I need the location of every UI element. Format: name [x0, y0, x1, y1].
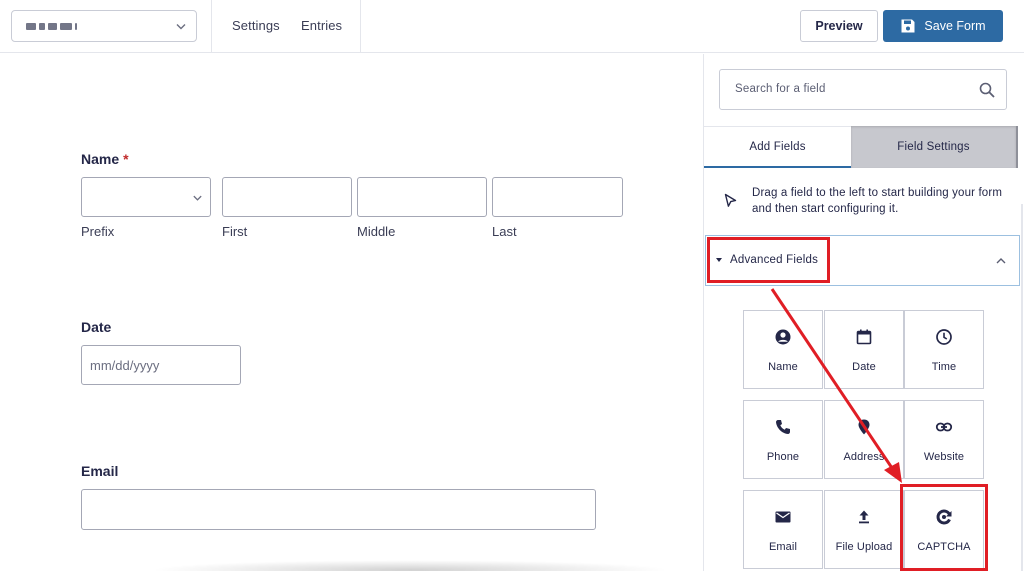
preview-button-label: Preview: [815, 19, 863, 33]
chevron-down-icon: [193, 195, 202, 201]
name-field-label: Name *: [81, 151, 129, 167]
upload-icon: [859, 510, 869, 524]
add-field-email[interactable]: Email: [743, 490, 823, 569]
add-field-phone[interactable]: Phone: [743, 400, 823, 479]
top-bar: Settings Entries Preview Save Form: [0, 0, 1024, 53]
tab-add-fields[interactable]: Add Fields: [704, 126, 851, 168]
first-sublabel: First: [222, 224, 248, 239]
email-input[interactable]: [81, 489, 596, 530]
add-field-address[interactable]: Address: [824, 400, 904, 479]
date-field-label: Date: [81, 319, 112, 335]
name-middle-input[interactable]: [357, 177, 487, 217]
field-tile-label: Phone: [766, 451, 800, 463]
name-last-input[interactable]: [492, 177, 623, 217]
entries-link[interactable]: Entries: [301, 18, 342, 33]
field-tile-label: File Upload: [835, 541, 893, 553]
chevron-up-icon: [996, 258, 1006, 264]
form-selector[interactable]: [11, 10, 197, 42]
field-tile-label: Name: [768, 361, 798, 373]
divider: [360, 0, 361, 53]
field-search-input[interactable]: Search for a field: [719, 69, 1007, 110]
date-input[interactable]: mm/dd/yyyy: [81, 345, 241, 385]
envelope-icon: [775, 511, 791, 523]
map-pin-icon: [858, 419, 870, 435]
phone-icon: [776, 420, 790, 434]
email-field-label: Email: [81, 463, 119, 479]
user-circle-icon: [775, 329, 791, 345]
tab-add-fields-label: Add Fields: [749, 140, 806, 153]
prefix-sublabel: Prefix: [81, 224, 115, 239]
field-tile-label: Date: [852, 361, 876, 373]
chevron-down-icon: [176, 24, 186, 30]
save-icon: [901, 19, 915, 33]
name-label-text: Name: [81, 151, 120, 167]
calendar-icon: [856, 329, 872, 345]
annotation-highlight-advanced-fields: [707, 237, 830, 283]
settings-link[interactable]: Settings: [232, 18, 280, 33]
preview-button[interactable]: Preview: [800, 10, 878, 42]
add-field-name[interactable]: Name: [743, 310, 823, 389]
last-sublabel: Last: [492, 224, 517, 239]
save-form-button[interactable]: Save Form: [883, 10, 1003, 42]
clock-icon: [936, 329, 952, 345]
drag-hint-text: Drag a field to the left to start buildi…: [752, 187, 1003, 215]
save-form-label: Save Form: [924, 19, 986, 33]
name-first-input[interactable]: [222, 177, 352, 217]
sidebar-tabs: Add Fields Field Settings: [704, 126, 1024, 168]
add-field-time[interactable]: Time: [904, 310, 984, 389]
add-field-date[interactable]: Date: [824, 310, 904, 389]
link-icon: [935, 422, 953, 432]
date-placeholder: mm/dd/yyyy: [90, 358, 160, 373]
scrollbar[interactable]: [1021, 204, 1023, 571]
required-mark: *: [123, 151, 129, 167]
tab-field-settings[interactable]: Field Settings: [851, 126, 1018, 168]
name-prefix-select[interactable]: [81, 177, 211, 217]
tab-field-settings-label: Field Settings: [897, 141, 970, 153]
cursor-arrow-icon: [724, 193, 737, 207]
form-canvas: Name * Prefix First Middle Last Date mm/d…: [0, 54, 703, 571]
middle-sublabel: Middle: [357, 224, 396, 239]
field-tile-label: Website: [923, 451, 965, 463]
field-tile-label: Address: [843, 451, 885, 463]
field-tile-label: Time: [931, 361, 957, 373]
field-tile-label: Email: [768, 541, 797, 553]
add-field-file-upload[interactable]: File Upload: [824, 490, 904, 569]
search-icon: [979, 82, 995, 98]
field-drag-shadow: [150, 560, 670, 571]
form-selector-value: [26, 22, 77, 30]
annotation-highlight-captcha: [900, 484, 988, 571]
add-field-website[interactable]: Website: [904, 400, 984, 479]
divider: [211, 0, 212, 53]
search-placeholder: Search for a field: [735, 83, 826, 95]
